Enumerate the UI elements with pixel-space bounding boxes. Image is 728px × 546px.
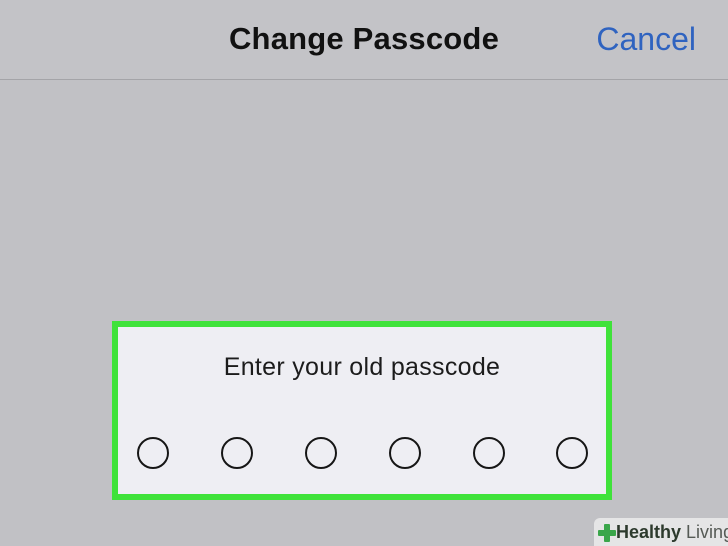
watermark-text: Healthy Living xyxy=(616,521,728,543)
watermark-brand-part1: Healthy xyxy=(616,522,682,542)
navigation-bar: Change Passcode Cancel xyxy=(0,0,728,80)
passcode-prompt-label: Enter your old passcode xyxy=(223,353,501,381)
watermark-brand-part2: Living xyxy=(686,522,728,542)
passcode-digit-indicator xyxy=(556,437,588,469)
passcode-digit-indicator xyxy=(389,437,421,469)
passcode-digit-indicator xyxy=(473,437,505,469)
passcode-digit-indicator xyxy=(305,437,337,469)
passcode-entry-panel: Enter your old passcode xyxy=(112,321,612,500)
medical-cross-icon xyxy=(598,524,616,542)
passcode-digit-indicator xyxy=(137,437,169,469)
watermark: Healthy Living xyxy=(594,518,728,546)
cancel-button[interactable]: Cancel xyxy=(596,0,696,79)
passcode-digit-indicator xyxy=(221,437,253,469)
